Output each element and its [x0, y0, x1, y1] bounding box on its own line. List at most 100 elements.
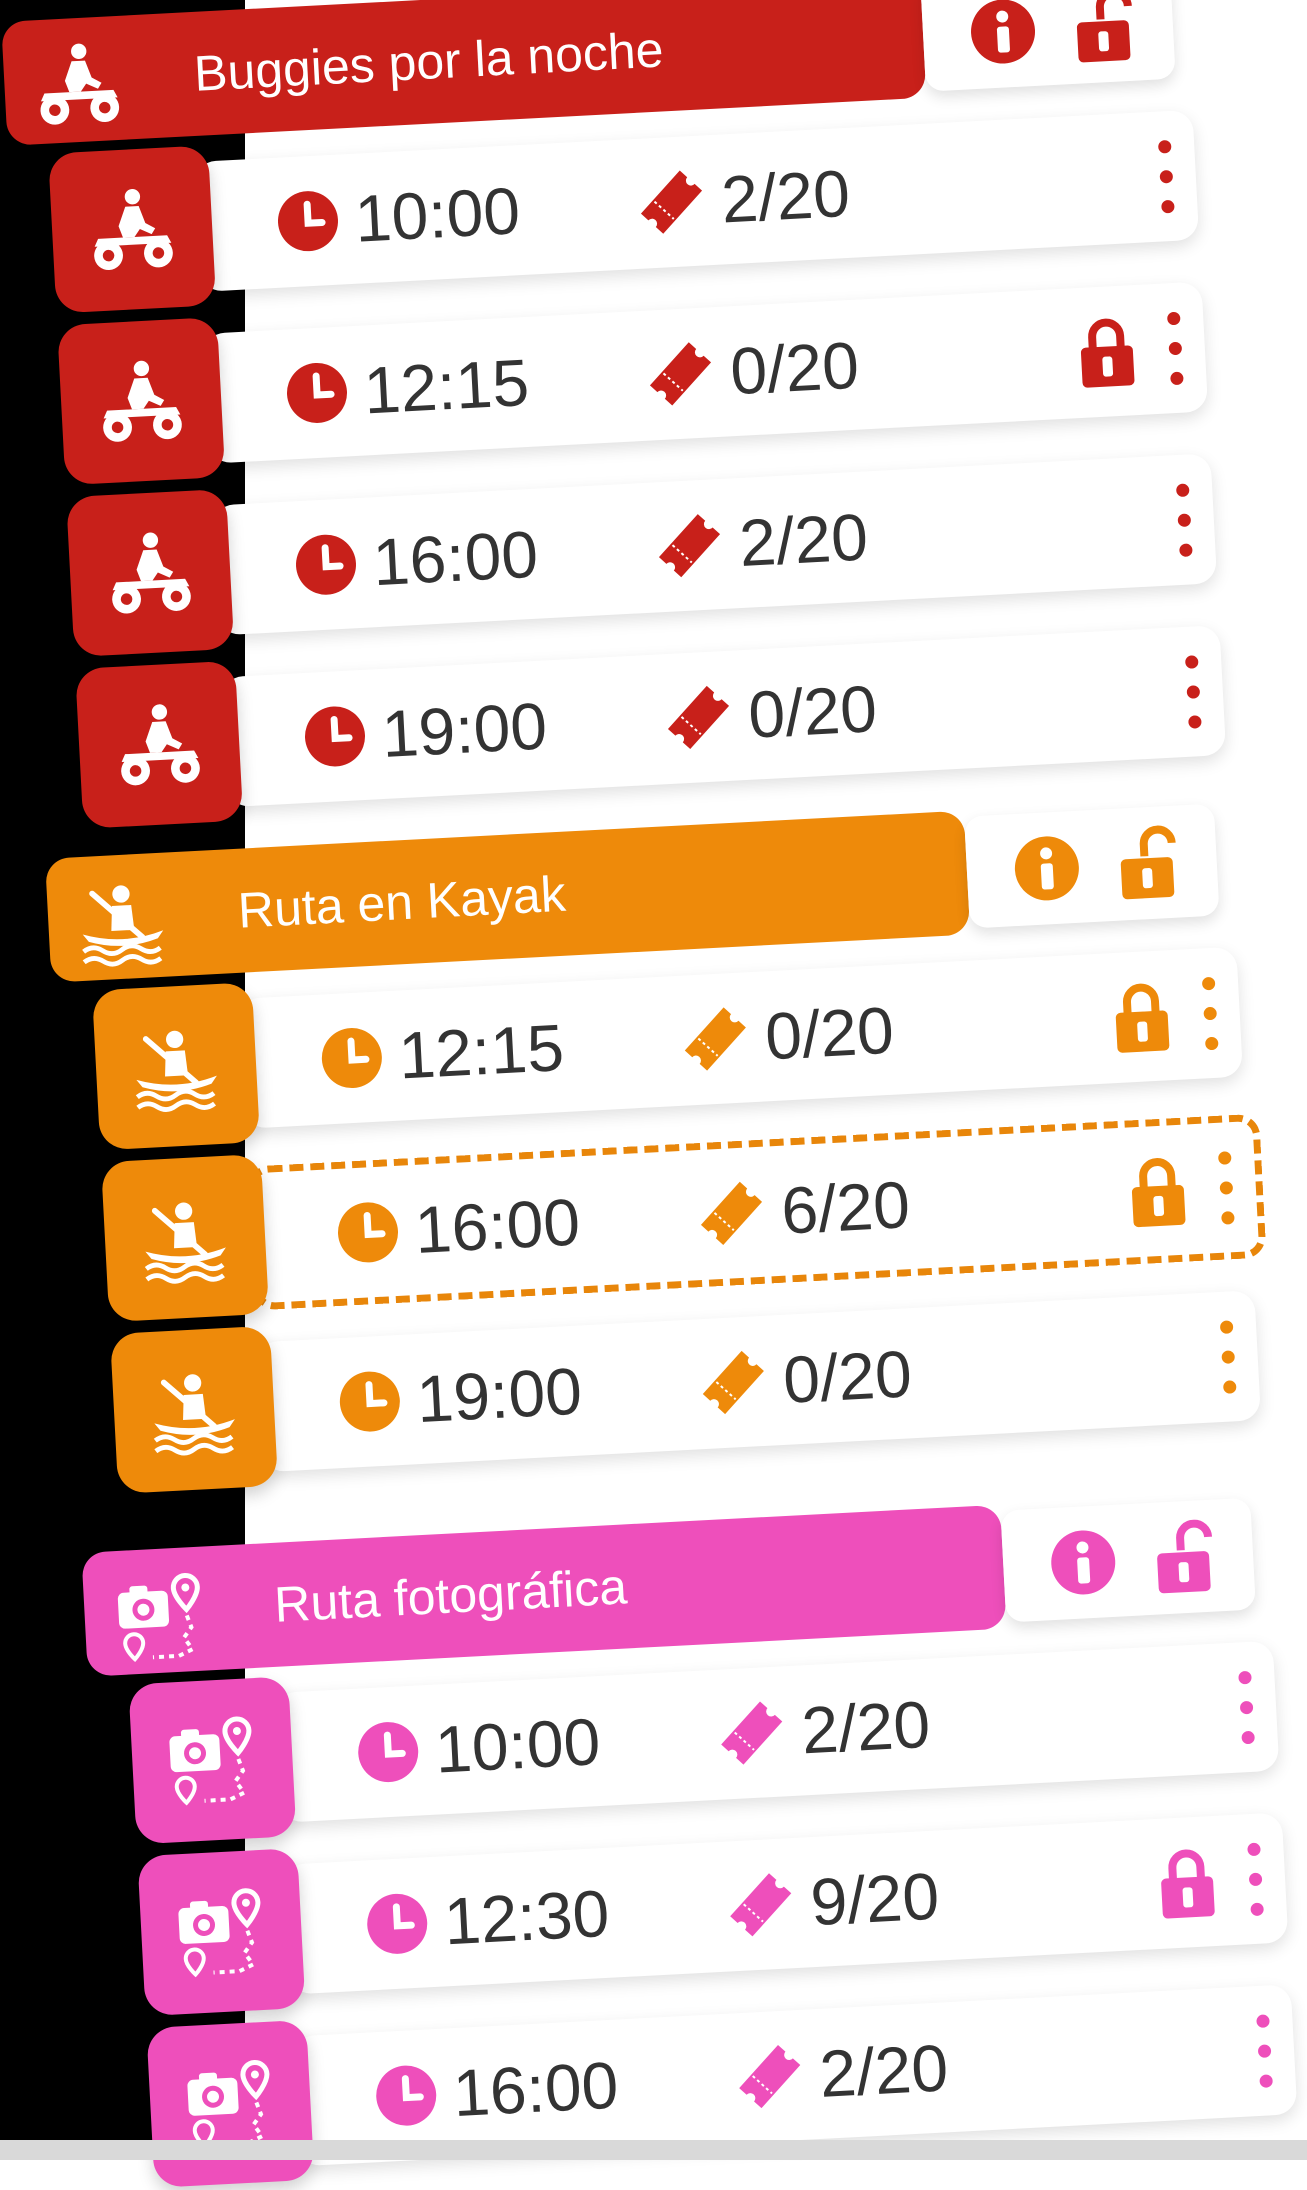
kayak-icon [109, 1325, 279, 1494]
group-actions [920, 0, 1176, 92]
camera-route-icon [146, 2019, 315, 2188]
ticket-icon [679, 1002, 753, 1076]
more-options-icon[interactable] [1203, 1141, 1248, 1233]
ticket-icon [715, 1696, 789, 1770]
time-slot-card[interactable]: 16:00 2/20 [291, 1984, 1298, 2167]
group-title: Ruta en Kayak [236, 865, 567, 939]
camera-route-icon [137, 1847, 306, 2017]
menu-dot [1169, 371, 1184, 385]
more-options-icon[interactable] [1161, 474, 1206, 566]
time-slot-card[interactable]: 12:15 0/20 [202, 281, 1209, 464]
quad-bike-icon [66, 488, 235, 658]
menu-dot [1167, 341, 1182, 355]
clock-icon [374, 2063, 439, 2128]
group-actions [964, 803, 1220, 929]
unlock-icon[interactable] [1141, 1515, 1225, 1599]
ticket-icon [644, 337, 718, 411]
ticket-count: 2/20 [737, 499, 870, 580]
clock-icon [293, 532, 358, 597]
ticket-count: 0/20 [763, 992, 896, 1074]
clock-icon [275, 189, 340, 254]
kayak-icon [72, 871, 164, 967]
ticket-count: 2/20 [719, 155, 852, 237]
clock-icon [335, 1200, 400, 1265]
menu-dot [1222, 1379, 1237, 1394]
menu-dot [1257, 2043, 1271, 2058]
clock-icon [365, 1891, 430, 1956]
time-slot-card[interactable]: 12:30 9/20 [282, 1812, 1289, 1995]
lock-icon[interactable] [1108, 978, 1176, 1055]
menu-dot [1217, 1150, 1232, 1165]
lock-icon[interactable] [1124, 1152, 1192, 1229]
more-options-icon[interactable] [1152, 302, 1197, 394]
menu-dot [1187, 714, 1202, 729]
slot-time: 16:00 [451, 2047, 621, 2131]
group-title: Buggies por la noche [192, 21, 665, 102]
lock-icon[interactable] [1153, 1844, 1221, 1921]
slot-time: 12:15 [396, 1009, 566, 1093]
menu-dot [1258, 2073, 1273, 2088]
clock-icon [337, 1369, 402, 1434]
clock-icon [319, 1025, 384, 1090]
more-options-icon[interactable] [1187, 967, 1232, 1059]
activity-group: Buggies por la noche 10:00 2/20 12:15 0/20 16… [1, 0, 1306, 829]
info-icon[interactable] [961, 0, 1045, 74]
activity-schedule-list: Buggies por la noche 10:00 2/20 12:15 0/20 16… [0, 0, 1307, 2188]
camera-route-icon [108, 1565, 200, 1663]
menu-dot [1239, 1700, 1253, 1714]
menu-dot [1240, 1730, 1255, 1744]
info-icon[interactable] [1005, 826, 1089, 910]
menu-dot [1220, 1349, 1235, 1364]
activity-group: Ruta fotográfica 10:00 2/20 12:30 9/20 16:00 2… [81, 1484, 1307, 2188]
menu-dot [1160, 199, 1175, 214]
clock-icon [302, 704, 367, 769]
ticket-count: 0/20 [781, 1336, 914, 1417]
unlock-icon[interactable] [1061, 0, 1145, 68]
ticket-icon [695, 1177, 769, 1251]
more-options-icon[interactable] [1143, 130, 1188, 222]
menu-dot [1201, 976, 1215, 990]
time-slot-card[interactable]: 19:00 0/20 [220, 625, 1227, 808]
ticket-count: 2/20 [817, 2030, 950, 2111]
group-title: Ruta fotográfica [272, 1558, 629, 1633]
slot-time: 16:00 [413, 1184, 582, 1267]
info-icon[interactable] [1041, 1520, 1125, 1604]
more-options-icon[interactable] [1242, 2005, 1287, 2097]
menu-dot [1166, 311, 1181, 325]
menu-dot [1220, 1210, 1235, 1225]
ticket-icon [724, 1868, 798, 1942]
lock-icon[interactable] [1073, 313, 1141, 390]
more-options-icon[interactable] [1224, 1661, 1269, 1753]
menu-dot [1218, 1180, 1233, 1195]
ticket-count: 0/20 [746, 671, 879, 752]
slot-time: 12:30 [442, 1875, 612, 1959]
ticket-count: 0/20 [728, 327, 861, 409]
menu-dot [1246, 1842, 1261, 1856]
camera-route-icon [128, 1676, 297, 1845]
menu-dot [1202, 1006, 1217, 1020]
unlock-icon[interactable] [1105, 821, 1189, 905]
menu-dot [1249, 1902, 1264, 1916]
menu-dot [1185, 684, 1200, 699]
slot-time: 10:00 [433, 1704, 603, 1787]
menu-dot [1248, 1872, 1262, 1886]
ticket-count: 6/20 [779, 1167, 912, 1248]
clock-icon [356, 1720, 421, 1785]
quad-bike-icon [75, 660, 244, 829]
time-slot-card[interactable]: 10:00 2/20 [193, 109, 1200, 292]
slot-time: 19:00 [414, 1353, 584, 1437]
more-options-icon[interactable] [1205, 1311, 1250, 1403]
time-slot-card[interactable]: 10:00 2/20 [273, 1640, 1280, 1823]
time-slot-card[interactable]: 19:00 0/20 [255, 1290, 1262, 1473]
more-options-icon[interactable] [1170, 646, 1215, 738]
ticket-count: 2/20 [799, 1686, 932, 1768]
slot-time: 19:00 [380, 688, 549, 771]
ticket-icon [635, 165, 709, 239]
slot-time: 16:00 [371, 516, 540, 600]
ticket-icon [653, 509, 727, 583]
time-slot-card[interactable]: 12:15 0/20 [237, 946, 1244, 1129]
menu-dot [1219, 1319, 1233, 1334]
time-slot-card[interactable]: 16:00 2/20 [211, 453, 1218, 636]
menu-dot [1175, 482, 1190, 497]
more-options-icon[interactable] [1233, 1833, 1278, 1925]
